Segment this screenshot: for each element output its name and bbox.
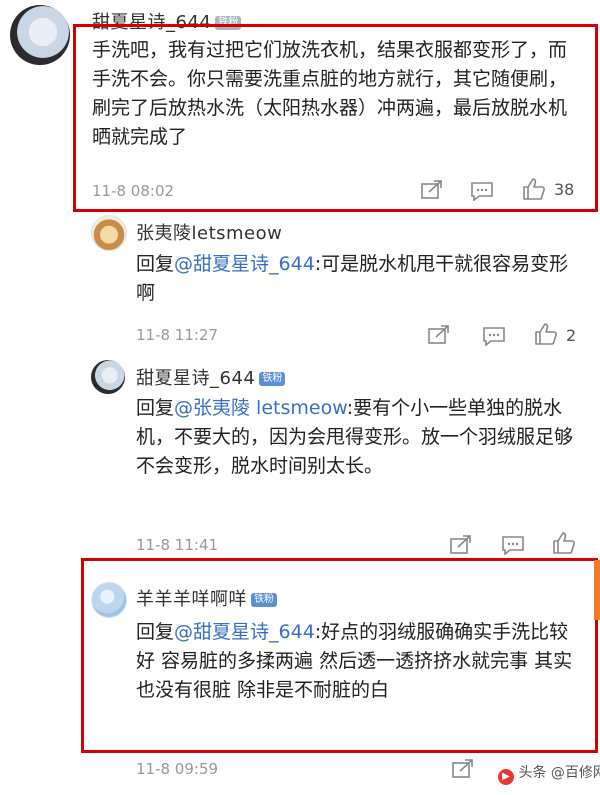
- avatar[interactable]: [91, 360, 125, 394]
- like-icon[interactable]: [552, 531, 576, 555]
- mention-link[interactable]: @甜夏星诗_644: [174, 253, 315, 275]
- comment-username[interactable]: 甜夏星诗_644 铁粉: [136, 364, 286, 390]
- share-icon[interactable]: [450, 535, 472, 555]
- comment-icon[interactable]: [502, 535, 524, 555]
- watermark-text: 头条 @百修网: [518, 765, 600, 781]
- comment-username[interactable]: 张夷陵letsmeow: [136, 219, 282, 245]
- avatar[interactable]: [10, 5, 70, 65]
- fan-badge: 铁粉: [259, 372, 286, 386]
- comment-text: 回复@甜夏星诗_644:可是脱水机甩干就很容易变形啊: [136, 250, 576, 308]
- reply-prefix: 回复: [136, 253, 175, 275]
- avatar[interactable]: [91, 215, 127, 251]
- share-icon[interactable]: [452, 759, 474, 779]
- mention-link[interactable]: @张夷陵 letsmeow: [174, 397, 347, 419]
- like-count: 2: [566, 326, 577, 345]
- reply-prefix: 回复: [136, 397, 175, 419]
- comment-text: 回复@张夷陵 letsmeow:要有个小一些单独的脱水机，不要大的，因为会甩得变…: [136, 394, 578, 481]
- username-text[interactable]: 张夷陵letsmeow: [136, 223, 282, 244]
- comment-timestamp: 11-8 09:59: [136, 760, 219, 778]
- side-accent: [594, 560, 600, 620]
- watermark-logo-icon: ▶: [498, 769, 514, 785]
- username-text[interactable]: 甜夏星诗_644: [136, 368, 255, 389]
- highlight-box: [73, 24, 598, 212]
- share-icon[interactable]: [428, 325, 450, 345]
- highlight-box: [81, 558, 598, 753]
- comment-icon[interactable]: [483, 326, 505, 346]
- like-icon[interactable]: [534, 322, 558, 346]
- comment-timestamp: 11-8 11:41: [136, 536, 219, 554]
- comment-timestamp: 11-8 11:27: [136, 326, 219, 344]
- watermark: ▶ 头条 @百修网: [498, 762, 600, 785]
